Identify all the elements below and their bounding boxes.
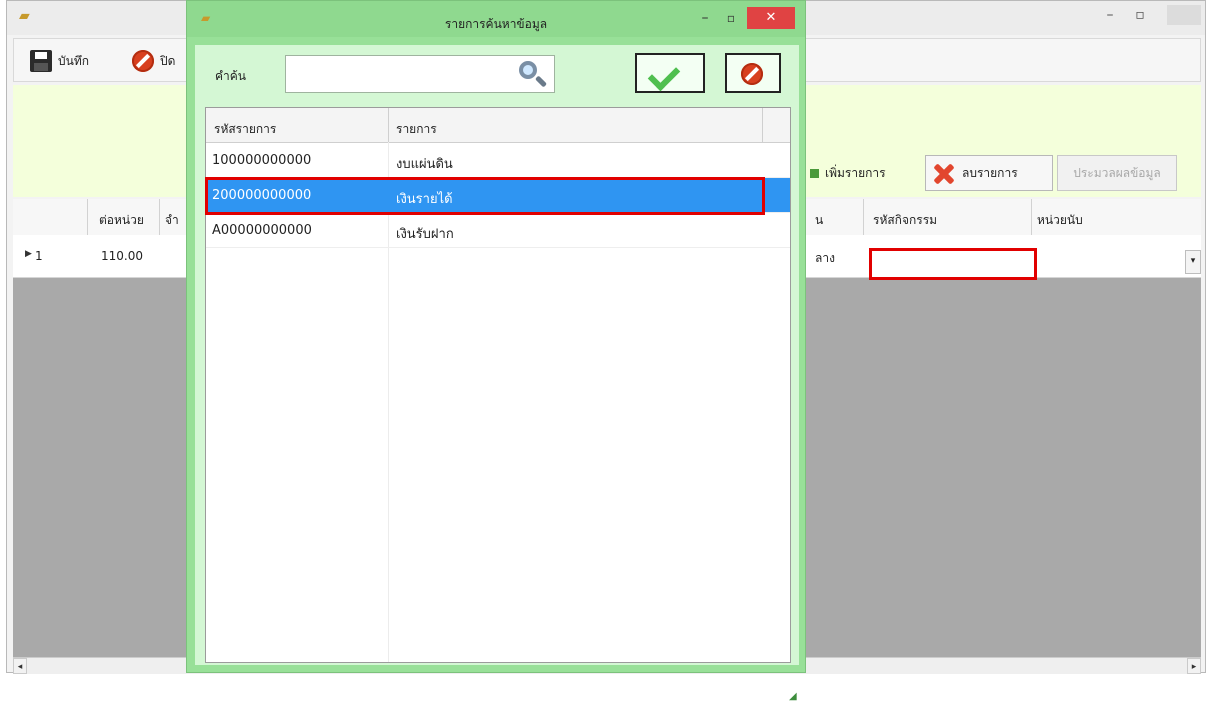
close-icon[interactable]: ✕ bbox=[747, 7, 795, 29]
save-button[interactable]: บันทึก bbox=[30, 49, 89, 73]
floppy-disk-icon bbox=[30, 50, 52, 72]
delete-row-button[interactable]: ลบรายการ bbox=[925, 155, 1053, 191]
cancel-button[interactable] bbox=[725, 53, 781, 93]
list-header: รหัสรายการ รายการ bbox=[206, 108, 790, 143]
red-x-icon bbox=[932, 162, 954, 184]
close-label: ปิด bbox=[160, 53, 176, 68]
column-separator bbox=[388, 108, 389, 142]
column-separator bbox=[87, 199, 88, 235]
list-item[interactable]: 100000000000 งบแผ่นดิน bbox=[206, 143, 790, 178]
item-code: 100000000000 bbox=[212, 153, 312, 168]
dialog-body: คำค้น รหัสรายการ รายการ 100000000000 งบแ… bbox=[195, 45, 799, 702]
column-header: จำ bbox=[165, 213, 179, 227]
column-header: รหัสกิจกรรม bbox=[873, 213, 938, 227]
add-row-label: เพิ่มรายการ bbox=[825, 165, 886, 180]
search-button[interactable] bbox=[515, 57, 553, 91]
process-button[interactable]: ประมวลผลข้อมูล bbox=[1057, 155, 1177, 191]
search-icon bbox=[519, 61, 537, 79]
maximize-icon[interactable]: ▫ bbox=[723, 11, 739, 27]
column-header: หน่วยนับ bbox=[1037, 213, 1083, 227]
scroll-left-icon[interactable]: ◂ bbox=[13, 658, 27, 674]
delete-row-label: ลบรายการ bbox=[962, 165, 1018, 180]
row-pointer-icon: ▶ bbox=[25, 249, 32, 259]
column-header-name: รายการ bbox=[396, 122, 437, 136]
column-header-code: รหัสรายการ bbox=[214, 122, 277, 136]
stop-icon bbox=[132, 50, 154, 72]
maximize-icon[interactable]: ▫ bbox=[1127, 5, 1153, 25]
confirm-button[interactable] bbox=[635, 53, 705, 93]
column-header: น bbox=[815, 213, 824, 227]
dialog-title-bar: ▰ รายการค้นหาข้อมูล – ▫ ✕ bbox=[187, 1, 805, 37]
close-form-button[interactable]: ปิด bbox=[132, 49, 175, 73]
column-separator bbox=[863, 199, 864, 235]
partial-cell[interactable]: ลาง bbox=[815, 249, 835, 268]
stop-icon bbox=[741, 63, 763, 85]
resize-grip-icon[interactable]: ◢ bbox=[789, 691, 801, 703]
item-name: เงินรับฝาก bbox=[396, 227, 454, 242]
list-item[interactable]: A00000000000 เงินรับฝาก bbox=[206, 213, 790, 248]
dropdown-arrow-icon[interactable]: ▾ bbox=[1185, 250, 1201, 274]
item-code: A00000000000 bbox=[212, 223, 312, 238]
minimize-icon[interactable]: – bbox=[1097, 5, 1123, 25]
column-separator bbox=[1031, 199, 1032, 235]
column-separator bbox=[762, 108, 763, 142]
save-label: บันทึก bbox=[58, 53, 89, 68]
check-icon bbox=[647, 58, 681, 92]
column-header: ต่อหน่วย bbox=[99, 213, 144, 227]
scroll-right-icon[interactable]: ▸ bbox=[1187, 658, 1201, 674]
close-icon[interactable] bbox=[1167, 5, 1201, 25]
add-row-button[interactable]: เพิ่มรายการ bbox=[810, 157, 920, 189]
activity-cell-highlight bbox=[869, 248, 1037, 280]
selected-row-highlight bbox=[205, 177, 765, 215]
item-name: งบแผ่นดิน bbox=[396, 157, 453, 172]
search-icon-handle bbox=[534, 75, 548, 88]
add-icon bbox=[810, 168, 819, 178]
app-icon: ▰ bbox=[19, 8, 30, 24]
unit-price-cell[interactable]: 110.00 bbox=[101, 249, 143, 263]
search-label: คำค้น bbox=[215, 69, 246, 83]
column-separator bbox=[159, 199, 160, 235]
search-dialog: ▰ รายการค้นหาข้อมูล – ▫ ✕ คำค้น รหัสรายก… bbox=[186, 0, 806, 702]
minimize-icon[interactable]: – bbox=[697, 11, 713, 27]
